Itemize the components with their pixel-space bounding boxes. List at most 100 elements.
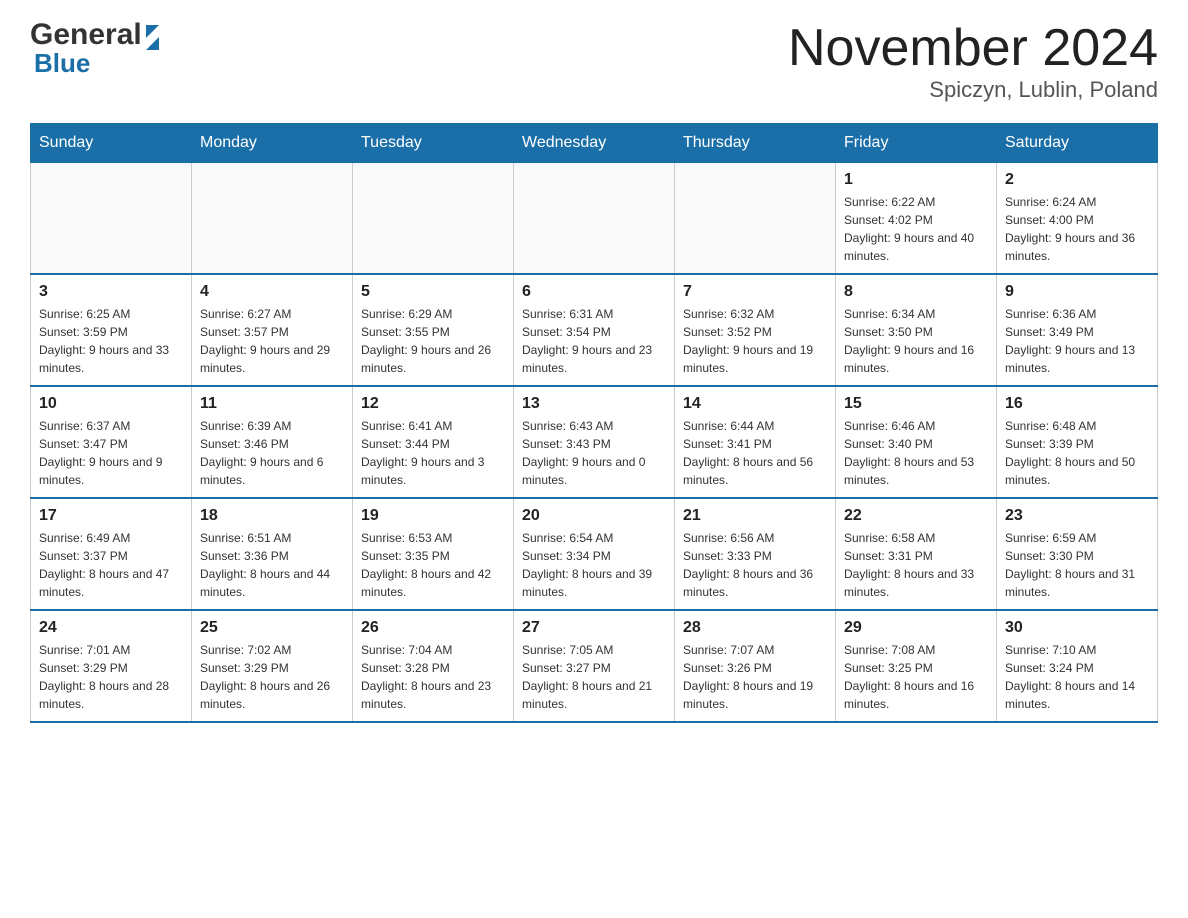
day-info: Sunrise: 6:59 AMSunset: 3:30 PMDaylight:… bbox=[1005, 529, 1149, 601]
day-info: Sunrise: 6:41 AMSunset: 3:44 PMDaylight:… bbox=[361, 417, 505, 489]
table-row: 26Sunrise: 7:04 AMSunset: 3:28 PMDayligh… bbox=[353, 610, 514, 722]
day-number: 27 bbox=[522, 619, 666, 637]
day-info: Sunrise: 6:39 AMSunset: 3:46 PMDaylight:… bbox=[200, 417, 344, 489]
day-info: Sunrise: 6:53 AMSunset: 3:35 PMDaylight:… bbox=[361, 529, 505, 601]
day-info: Sunrise: 6:56 AMSunset: 3:33 PMDaylight:… bbox=[683, 529, 827, 601]
day-number: 22 bbox=[844, 507, 988, 525]
calendar-week-4: 17Sunrise: 6:49 AMSunset: 3:37 PMDayligh… bbox=[31, 498, 1158, 610]
day-number: 3 bbox=[39, 283, 183, 301]
table-row: 2 Sunrise: 6:24 AMSunset: 4:00 PMDaylight… bbox=[997, 163, 1158, 275]
header-tuesday: Tuesday bbox=[353, 124, 514, 163]
day-number: 9 bbox=[1005, 283, 1149, 301]
day-info: Sunrise: 6:44 AMSunset: 3:41 PMDaylight:… bbox=[683, 417, 827, 489]
table-row: 14 Sunrise: 6:44 AMSunset: 3:41 PMDayligh… bbox=[675, 386, 836, 498]
calendar-week-2: 3 Sunrise: 6:25 AMSunset: 3:59 PMDaylight… bbox=[31, 274, 1158, 386]
header-friday: Friday bbox=[836, 124, 997, 163]
day-info: Sunrise: 7:10 AMSunset: 3:24 PMDaylight:… bbox=[1005, 641, 1149, 713]
day-number: 11 bbox=[200, 395, 344, 413]
calendar-subtitle: Spiczyn, Lublin, Poland bbox=[788, 77, 1158, 103]
table-row: 5Sunrise: 6:29 AMSunset: 3:55 PMDaylight… bbox=[353, 274, 514, 386]
day-info: Sunrise: 7:08 AMSunset: 3:25 PMDaylight:… bbox=[844, 641, 988, 713]
day-info: Sunrise: 6:37 AMSunset: 3:47 PMDaylight:… bbox=[39, 417, 183, 489]
day-number: 20 bbox=[522, 507, 666, 525]
table-row: 7 Sunrise: 6:32 AMSunset: 3:52 PMDaylight… bbox=[675, 274, 836, 386]
table-row bbox=[514, 163, 675, 275]
day-number: 29 bbox=[844, 619, 988, 637]
day-number: 28 bbox=[683, 619, 827, 637]
day-number: 19 bbox=[361, 507, 505, 525]
day-info: Sunrise: 6:49 AMSunset: 3:37 PMDaylight:… bbox=[39, 529, 183, 601]
table-row: 4 Sunrise: 6:27 AMSunset: 3:57 PMDaylight… bbox=[192, 274, 353, 386]
table-row: 25 Sunrise: 7:02 AMSunset: 3:29 PMDayligh… bbox=[192, 610, 353, 722]
table-row: 18Sunrise: 6:51 AMSunset: 3:36 PMDayligh… bbox=[192, 498, 353, 610]
day-info: Sunrise: 6:58 AMSunset: 3:31 PMDaylight:… bbox=[844, 529, 988, 601]
day-number: 4 bbox=[200, 283, 344, 301]
calendar-title: November 2024 bbox=[788, 20, 1158, 77]
table-row: 23Sunrise: 6:59 AMSunset: 3:30 PMDayligh… bbox=[997, 498, 1158, 610]
table-row: 9Sunrise: 6:36 AMSunset: 3:49 PMDaylight… bbox=[997, 274, 1158, 386]
day-info: Sunrise: 6:51 AMSunset: 3:36 PMDaylight:… bbox=[200, 529, 344, 601]
calendar-week-1: 1 Sunrise: 6:22 AMSunset: 4:02 PMDaylight… bbox=[31, 163, 1158, 275]
day-info: Sunrise: 6:25 AMSunset: 3:59 PMDaylight:… bbox=[39, 305, 183, 377]
table-row: 24Sunrise: 7:01 AMSunset: 3:29 PMDayligh… bbox=[31, 610, 192, 722]
header-saturday: Saturday bbox=[997, 124, 1158, 163]
day-number: 16 bbox=[1005, 395, 1149, 413]
day-number: 12 bbox=[361, 395, 505, 413]
table-row bbox=[675, 163, 836, 275]
day-info: Sunrise: 6:27 AMSunset: 3:57 PMDaylight:… bbox=[200, 305, 344, 377]
day-number: 25 bbox=[200, 619, 344, 637]
day-info: Sunrise: 6:29 AMSunset: 3:55 PMDaylight:… bbox=[361, 305, 505, 377]
logo-general-text: General bbox=[30, 20, 142, 50]
table-row: 27 Sunrise: 7:05 AMSunset: 3:27 PMDayligh… bbox=[514, 610, 675, 722]
table-row bbox=[192, 163, 353, 275]
table-row bbox=[31, 163, 192, 275]
table-row: 8Sunrise: 6:34 AMSunset: 3:50 PMDaylight… bbox=[836, 274, 997, 386]
day-number: 2 bbox=[1005, 171, 1149, 189]
day-number: 24 bbox=[39, 619, 183, 637]
calendar-week-5: 24Sunrise: 7:01 AMSunset: 3:29 PMDayligh… bbox=[31, 610, 1158, 722]
table-row: 6Sunrise: 6:31 AMSunset: 3:54 PMDaylight… bbox=[514, 274, 675, 386]
page-header: General Blue November 2024 Spiczyn, Lubl… bbox=[30, 20, 1158, 103]
table-row: 20 Sunrise: 6:54 AMSunset: 3:34 PMDayligh… bbox=[514, 498, 675, 610]
day-number: 7 bbox=[683, 283, 827, 301]
day-number: 6 bbox=[522, 283, 666, 301]
calendar-title-section: November 2024 Spiczyn, Lublin, Poland bbox=[788, 20, 1158, 103]
logo: General Blue bbox=[30, 20, 159, 79]
day-number: 15 bbox=[844, 395, 988, 413]
day-info: Sunrise: 6:24 AMSunset: 4:00 PMDaylight:… bbox=[1005, 193, 1149, 265]
day-number: 10 bbox=[39, 395, 183, 413]
table-row: 12 Sunrise: 6:41 AMSunset: 3:44 PMDayligh… bbox=[353, 386, 514, 498]
table-row bbox=[353, 163, 514, 275]
table-row: 1 Sunrise: 6:22 AMSunset: 4:02 PMDaylight… bbox=[836, 163, 997, 275]
day-number: 26 bbox=[361, 619, 505, 637]
day-number: 8 bbox=[844, 283, 988, 301]
table-row: 30 Sunrise: 7:10 AMSunset: 3:24 PMDayligh… bbox=[997, 610, 1158, 722]
logo-blue-text: Blue bbox=[34, 48, 90, 79]
day-number: 14 bbox=[683, 395, 827, 413]
day-info: Sunrise: 7:07 AMSunset: 3:26 PMDaylight:… bbox=[683, 641, 827, 713]
table-row: 22 Sunrise: 6:58 AMSunset: 3:31 PMDayligh… bbox=[836, 498, 997, 610]
calendar-header-row: Sunday Monday Tuesday Wednesday Thursday… bbox=[31, 124, 1158, 163]
day-info: Sunrise: 6:32 AMSunset: 3:52 PMDaylight:… bbox=[683, 305, 827, 377]
day-number: 1 bbox=[844, 171, 988, 189]
table-row: 15 Sunrise: 6:46 AMSunset: 3:40 PMDayligh… bbox=[836, 386, 997, 498]
day-info: Sunrise: 6:46 AMSunset: 3:40 PMDaylight:… bbox=[844, 417, 988, 489]
header-wednesday: Wednesday bbox=[514, 124, 675, 163]
table-row: 16Sunrise: 6:48 AMSunset: 3:39 PMDayligh… bbox=[997, 386, 1158, 498]
day-info: Sunrise: 6:54 AMSunset: 3:34 PMDaylight:… bbox=[522, 529, 666, 601]
day-info: Sunrise: 6:22 AMSunset: 4:02 PMDaylight:… bbox=[844, 193, 988, 265]
header-thursday: Thursday bbox=[675, 124, 836, 163]
header-sunday: Sunday bbox=[31, 124, 192, 163]
day-number: 30 bbox=[1005, 619, 1149, 637]
day-info: Sunrise: 6:43 AMSunset: 3:43 PMDaylight:… bbox=[522, 417, 666, 489]
day-info: Sunrise: 7:02 AMSunset: 3:29 PMDaylight:… bbox=[200, 641, 344, 713]
table-row: 13Sunrise: 6:43 AMSunset: 3:43 PMDayligh… bbox=[514, 386, 675, 498]
table-row: 21Sunrise: 6:56 AMSunset: 3:33 PMDayligh… bbox=[675, 498, 836, 610]
table-row: 19 Sunrise: 6:53 AMSunset: 3:35 PMDayligh… bbox=[353, 498, 514, 610]
table-row: 29 Sunrise: 7:08 AMSunset: 3:25 PMDayligh… bbox=[836, 610, 997, 722]
header-monday: Monday bbox=[192, 124, 353, 163]
day-info: Sunrise: 7:05 AMSunset: 3:27 PMDaylight:… bbox=[522, 641, 666, 713]
table-row: 3 Sunrise: 6:25 AMSunset: 3:59 PMDaylight… bbox=[31, 274, 192, 386]
table-row: 10 Sunrise: 6:37 AMSunset: 3:47 PMDayligh… bbox=[31, 386, 192, 498]
calendar-table: Sunday Monday Tuesday Wednesday Thursday… bbox=[30, 123, 1158, 723]
